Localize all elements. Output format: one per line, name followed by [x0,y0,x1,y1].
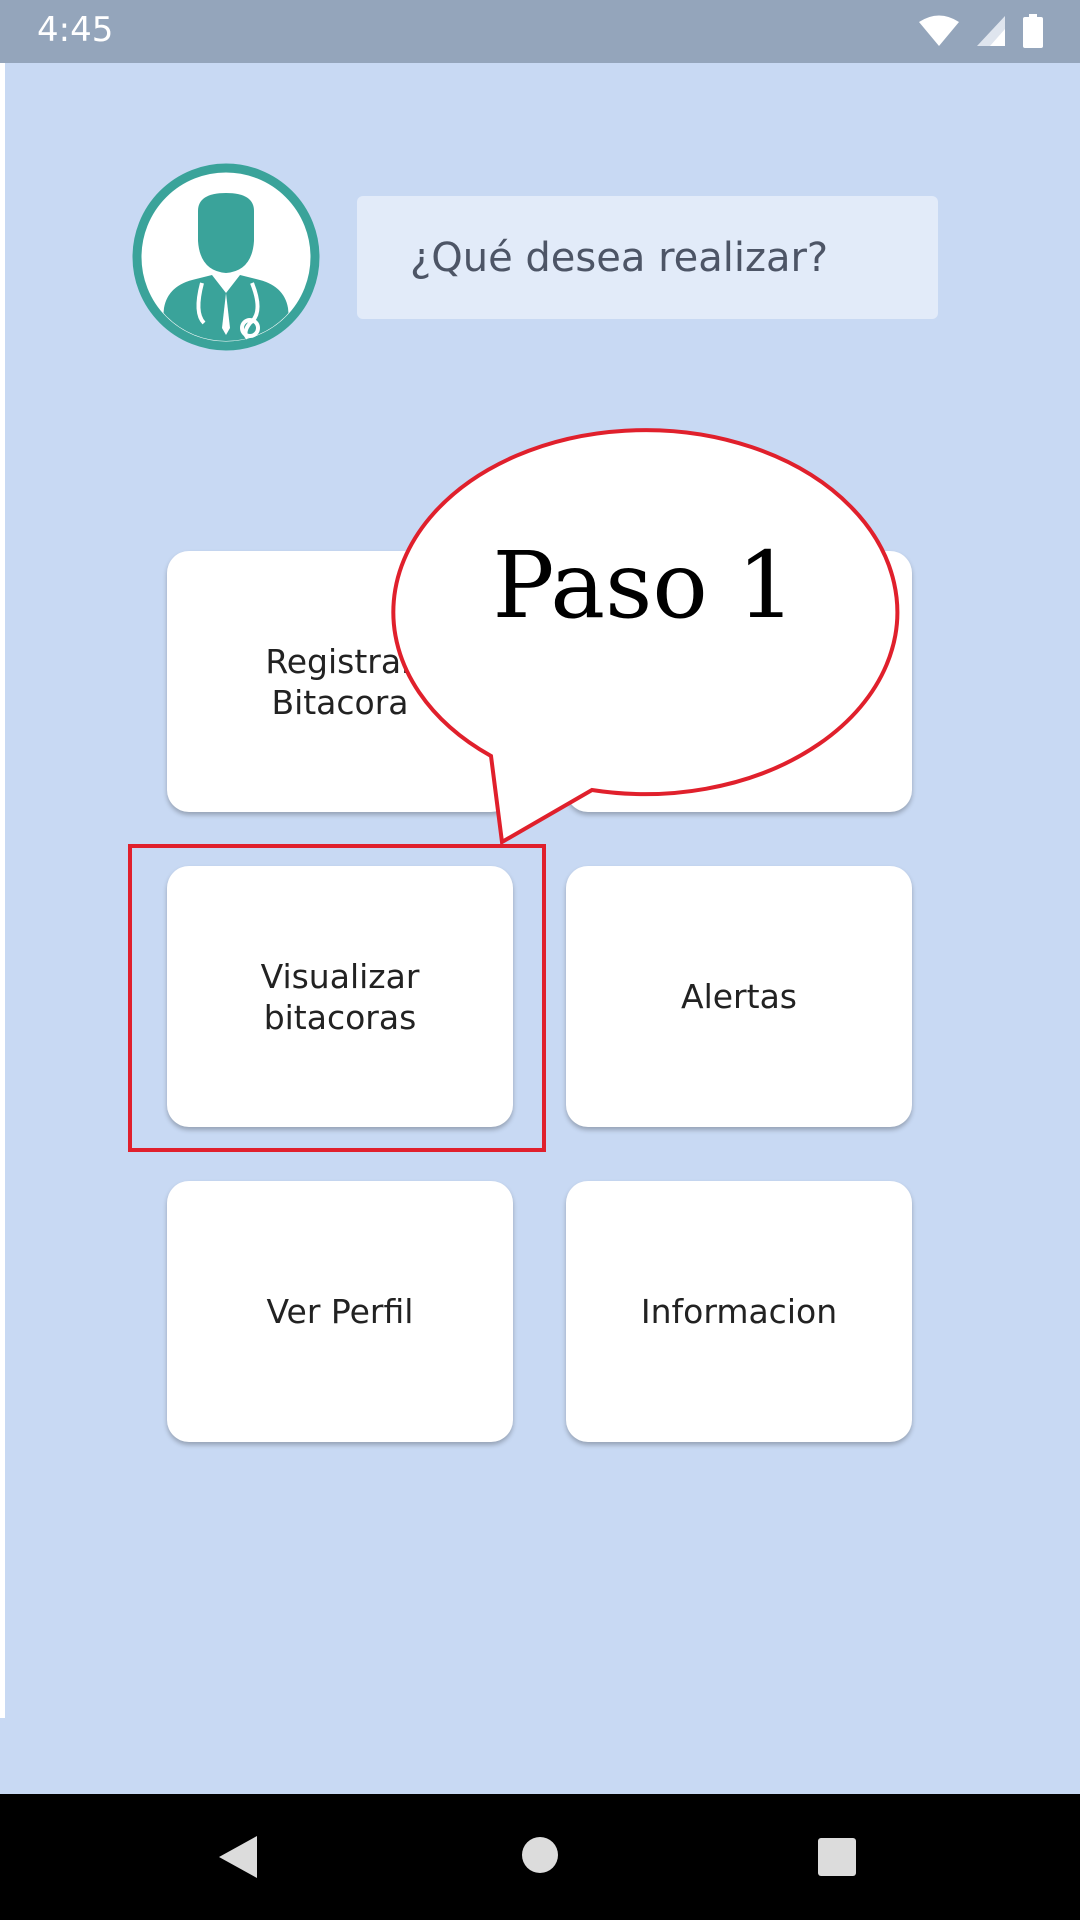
navigation-bar [0,1794,1080,1920]
home-icon[interactable] [521,1836,559,1874]
wifi-icon [919,15,959,46]
alertas-button[interactable]: Alertas [566,866,912,1127]
doctor-avatar-icon [132,163,320,351]
signal-icon [977,16,1005,46]
highlight-box [128,844,546,1152]
status-icons [918,14,1044,48]
battery-icon [1023,14,1043,48]
status-bar: 4:45 [0,0,1080,63]
prompt-text: ¿Qué desea realizar? [410,234,829,281]
prompt-box: ¿Qué desea realizar? [357,196,938,319]
status-time: 4:45 [37,10,114,50]
ver-perfil-button[interactable]: Ver Perfil [167,1181,513,1442]
recents-icon[interactable] [817,1837,857,1877]
back-icon[interactable] [217,1834,259,1880]
informacion-button[interactable]: Informacion [566,1181,912,1442]
callout-text: Paso 1 [492,532,796,639]
